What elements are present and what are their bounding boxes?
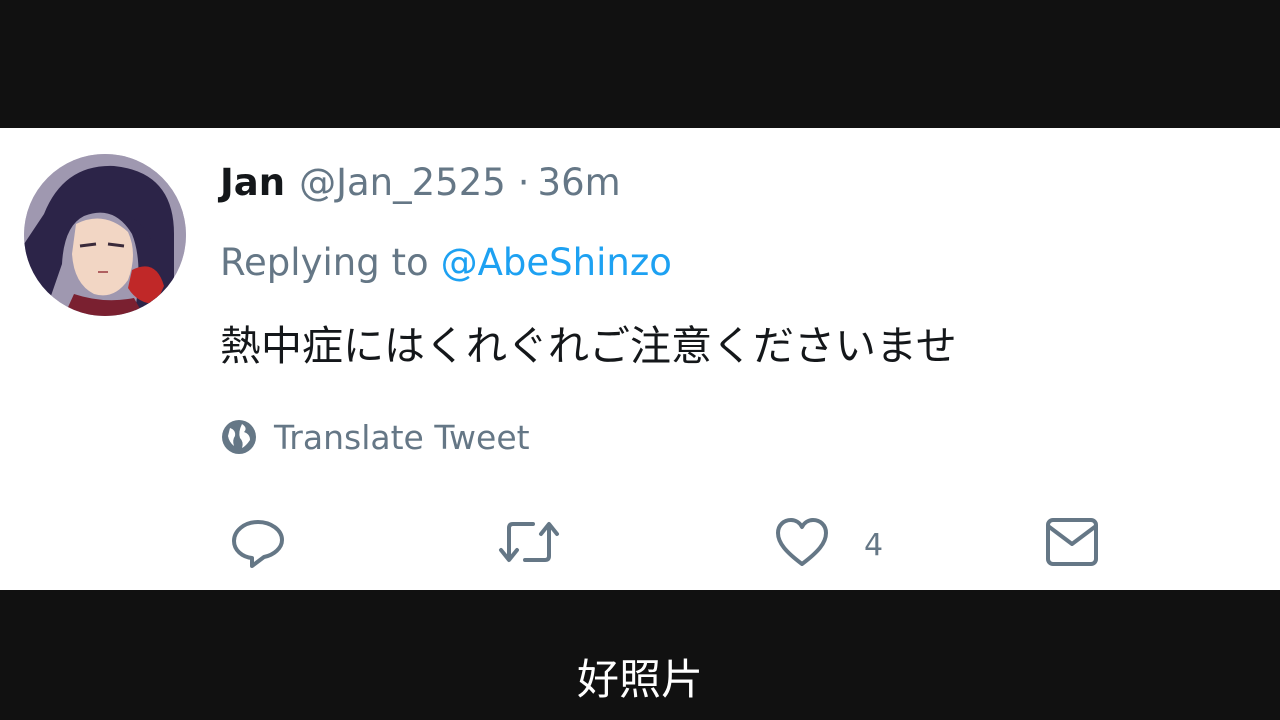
separator-dot: · <box>517 160 530 204</box>
like-button[interactable]: 4 <box>774 514 883 570</box>
tweet-actions: 4 <box>0 514 1280 570</box>
reply-context: Replying to @AbeShinzo <box>220 238 672 286</box>
reply-icon <box>232 520 284 568</box>
translate-label: Translate Tweet <box>274 417 530 457</box>
direct-message-button[interactable] <box>1044 514 1100 570</box>
author-name[interactable]: Jan <box>220 161 285 204</box>
avatar-image <box>24 154 186 316</box>
tweet-text: 熱中症にはくれぐれご注意くださいませ <box>220 322 957 370</box>
author-handle[interactable]: @Jan_2525 <box>299 161 506 204</box>
video-subtitle: 好照片 <box>576 655 703 704</box>
retweet-button[interactable] <box>497 514 561 570</box>
envelope-icon <box>1046 518 1098 566</box>
retweet-icon <box>499 522 559 562</box>
heart-icon <box>776 518 828 566</box>
reply-button[interactable] <box>230 514 286 570</box>
video-frame: Jan @Jan_2525 · 36m Replying to @AbeShin… <box>0 0 1280 720</box>
avatar[interactable] <box>24 154 186 316</box>
tweet-header: Jan @Jan_2525 · 36m <box>220 158 621 206</box>
reply-prefix: Replying to <box>220 240 429 284</box>
timestamp[interactable]: 36m <box>538 161 621 204</box>
tweet-card: Jan @Jan_2525 · 36m Replying to @AbeShin… <box>0 128 1280 590</box>
like-count: 4 <box>864 527 884 563</box>
globe-icon <box>222 420 256 454</box>
reply-target-link[interactable]: @AbeShinzo <box>441 241 672 284</box>
translate-tweet-link[interactable]: Translate Tweet <box>220 415 530 459</box>
